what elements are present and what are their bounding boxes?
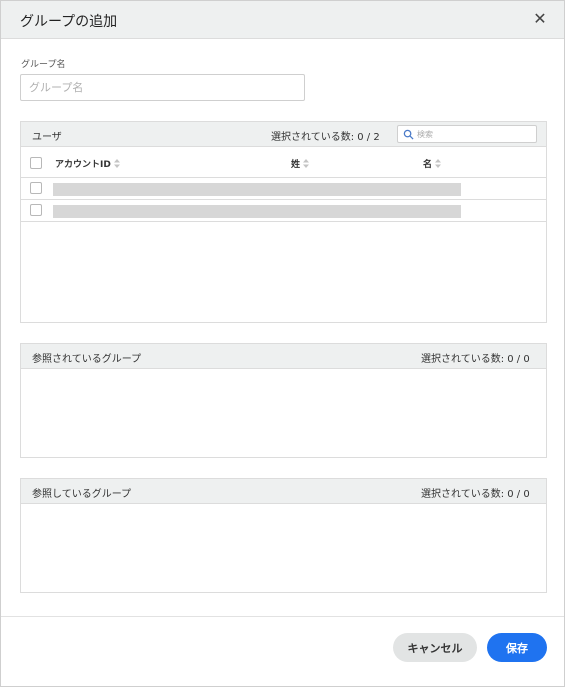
group-name-input[interactable] xyxy=(20,74,305,101)
save-button[interactable]: 保存 xyxy=(487,633,547,662)
column-header-first-name[interactable]: 名 xyxy=(423,157,442,170)
users-panel-header: ユーザ 選択されている数: 0 / 2 xyxy=(21,122,546,147)
users-selected-count: 選択されている数: 0 / 2 xyxy=(271,132,380,143)
search-icon xyxy=(403,129,414,140)
users-table-header: アカウントID 姓 名 xyxy=(21,147,546,178)
column-label-account-id: アカウントID xyxy=(55,160,111,170)
referencing-groups-panel: 参照しているグループ 選択されている数: 0 / 0 xyxy=(20,478,547,593)
row-checkbox[interactable] xyxy=(30,204,42,216)
sort-icon xyxy=(435,159,442,168)
user-search-input[interactable] xyxy=(417,127,532,141)
column-header-account-id[interactable]: アカウントID xyxy=(55,157,120,170)
table-row[interactable] xyxy=(21,178,546,200)
users-panel: ユーザ 選択されている数: 0 / 2 アカウントID 姓 名 xyxy=(20,121,547,323)
users-panel-title: ユーザ xyxy=(32,132,62,143)
dialog-title: グループの追加 xyxy=(20,14,118,30)
close-button[interactable]: ✕ xyxy=(530,9,550,29)
referenced-groups-title: 参照されているグループ xyxy=(32,354,142,365)
dialog-header: グループの追加 ✕ xyxy=(1,1,564,39)
sort-icon xyxy=(303,159,310,168)
sort-icon xyxy=(113,159,120,168)
group-name-label: グループ名 xyxy=(21,60,66,70)
footer-divider xyxy=(1,616,564,617)
column-label-first-name: 名 xyxy=(423,160,433,170)
referenced-groups-header: 参照されているグループ 選択されている数: 0 / 0 xyxy=(21,344,546,369)
row-content-placeholder xyxy=(53,205,461,218)
referenced-groups-selected-count: 選択されている数: 0 / 0 xyxy=(421,354,530,365)
table-row[interactable] xyxy=(21,200,546,222)
row-checkbox[interactable] xyxy=(30,182,42,194)
referencing-groups-selected-count: 選択されている数: 0 / 0 xyxy=(421,489,530,500)
column-label-last-name: 姓 xyxy=(291,160,301,170)
row-content-placeholder xyxy=(53,183,461,196)
select-all-checkbox[interactable] xyxy=(30,157,42,169)
referenced-groups-panel: 参照されているグループ 選択されている数: 0 / 0 xyxy=(20,343,547,458)
referencing-groups-title: 参照しているグループ xyxy=(32,489,132,500)
cancel-button[interactable]: キャンセル xyxy=(393,633,477,662)
add-group-dialog: グループの追加 ✕ グループ名 ユーザ 選択されている数: 0 / 2 アカウン… xyxy=(0,0,565,687)
user-search-box[interactable] xyxy=(397,125,537,143)
column-header-last-name[interactable]: 姓 xyxy=(291,157,310,170)
referencing-groups-header: 参照しているグループ 選択されている数: 0 / 0 xyxy=(21,479,546,504)
